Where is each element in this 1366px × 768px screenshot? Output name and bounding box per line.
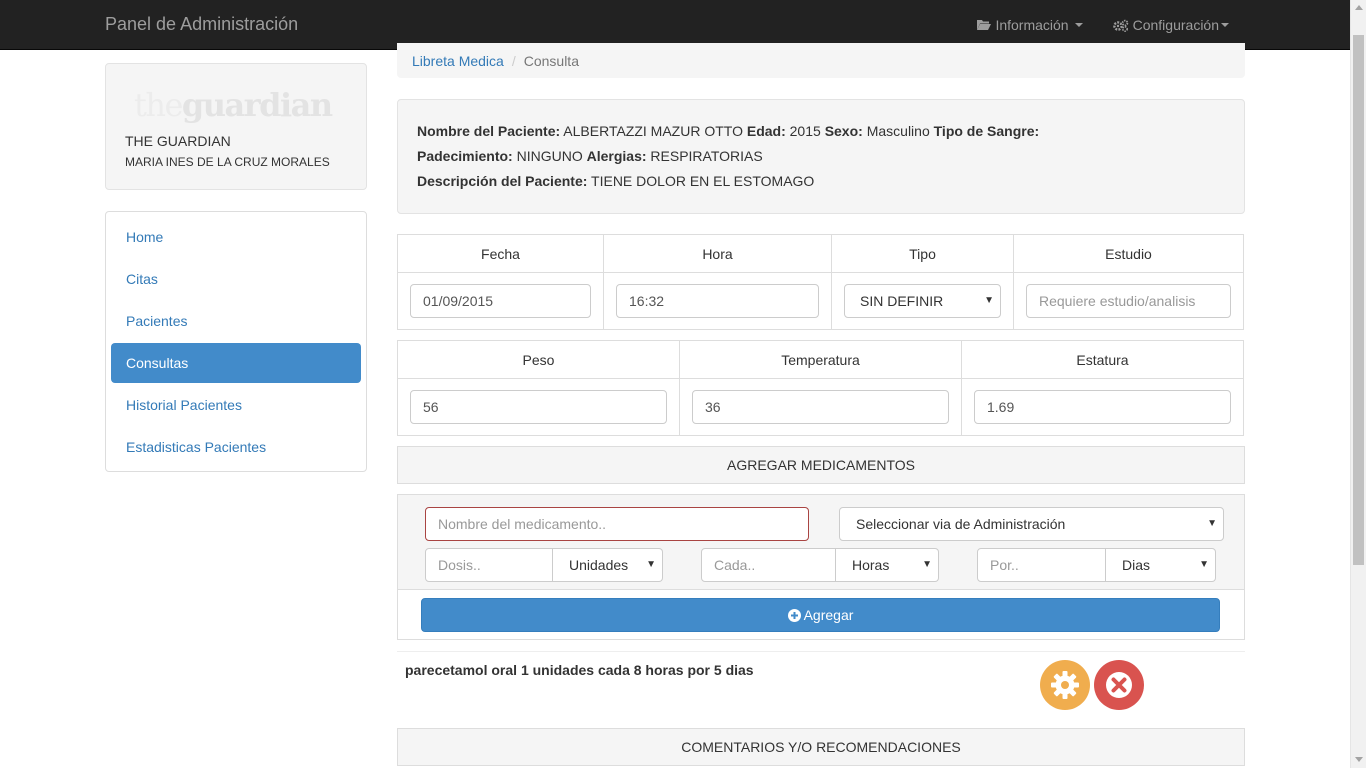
- column-header-estatura: Estatura: [961, 340, 1244, 379]
- patient-desc-label: Descripción del Paciente:: [417, 173, 588, 189]
- vitals-input-row: 56 36 1.69: [397, 378, 1244, 436]
- close-circle-icon: [1106, 672, 1132, 698]
- scrollbar-thumb[interactable]: [1353, 35, 1364, 565]
- every-input[interactable]: Cada..: [701, 548, 836, 582]
- column-header-estudio: Estudio: [1013, 234, 1244, 273]
- temperatura-input[interactable]: 36: [692, 390, 949, 424]
- delete-medication-button[interactable]: [1094, 660, 1144, 710]
- estudio-input[interactable]: Requiere estudio/analisis: [1026, 284, 1231, 318]
- column-header-hora: Hora: [603, 234, 832, 273]
- estatura-input[interactable]: 1.69: [974, 390, 1231, 424]
- gear-icon: [1051, 671, 1079, 699]
- sidebar-item-citas[interactable]: Citas: [111, 259, 361, 299]
- patient-desc: TIENE DOLOR EN EL ESTOMAGO: [591, 173, 815, 189]
- temperatura-cell: 36: [679, 378, 962, 436]
- patient-sex: Masculino: [866, 123, 930, 139]
- patient-condition: NINGUNO: [516, 148, 583, 164]
- brand-title[interactable]: Panel de Administración: [105, 14, 298, 35]
- patient-name-label: Nombre del Paciente:: [417, 123, 561, 139]
- breadcrumb-current: Consulta: [523, 53, 579, 69]
- add-medication-button[interactable]: Agregar: [421, 598, 1220, 632]
- patient-allergy-label: Alergias:: [586, 148, 647, 164]
- scroll-up-icon[interactable]: [1355, 5, 1363, 10]
- sidebar-item-historial[interactable]: Historial Pacientes: [111, 385, 361, 425]
- chevron-down-icon: [1074, 23, 1083, 27]
- sidebar-item-pacientes[interactable]: Pacientes: [111, 301, 361, 341]
- patient-age-label: Edad:: [746, 123, 786, 139]
- sidebar-item-home[interactable]: Home: [111, 217, 361, 257]
- folder-open-icon: [977, 20, 992, 30]
- patient-line-3: Descripción del Paciente: TIENE DOLOR EN…: [417, 169, 1225, 194]
- sidebar-nav: Home Citas Pacientes Consultas Historial…: [105, 211, 367, 472]
- duration-input[interactable]: Por..: [977, 548, 1106, 582]
- patient-blood-label: Tipo de Sangre:: [933, 123, 1040, 139]
- patient-sex-label: Sexo:: [824, 123, 863, 139]
- consult-table: Fecha Hora Tipo Estudio 01/09/2015 16:32…: [397, 234, 1244, 330]
- medication-name-input[interactable]: Nombre del medicamento..: [425, 507, 809, 541]
- column-header-tipo: Tipo: [831, 234, 1014, 273]
- dose-unit-select[interactable]: Unidades: [553, 548, 663, 582]
- hora-input[interactable]: 16:32: [616, 284, 819, 318]
- user-name: MARIA INES DE LA CRUZ MORALES: [125, 155, 330, 169]
- medication-entry: parecetamol oral 1 unidades cada 8 horas…: [405, 662, 754, 678]
- patient-line-2: Padecimiento: NINGUNO Alergias: RESPIRAT…: [417, 144, 1225, 169]
- peso-input[interactable]: 56: [410, 390, 667, 424]
- route-select[interactable]: Seleccionar via de Administración: [839, 507, 1224, 541]
- info-dropdown-label: Información: [995, 17, 1069, 33]
- dose-group: Dosis.. Unidades: [425, 548, 663, 582]
- patient-condition-label: Padecimiento:: [417, 148, 513, 164]
- column-header-fecha: Fecha: [397, 234, 604, 273]
- config-dropdown-label: Configuración: [1132, 17, 1219, 33]
- column-header-peso: Peso: [397, 340, 680, 379]
- scroll-down-icon[interactable]: [1355, 757, 1363, 762]
- organization-name: THE GUARDIAN: [125, 133, 231, 149]
- edit-medication-button[interactable]: [1040, 660, 1090, 710]
- consult-header-row: Fecha Hora Tipo Estudio: [397, 234, 1244, 273]
- page-scrollbar[interactable]: [1350, 0, 1366, 768]
- patient-line-1: Nombre del Paciente: ALBERTAZZI MAZUR OT…: [417, 119, 1225, 144]
- tipo-select[interactable]: SIN DEFINIR: [844, 284, 1001, 318]
- every-unit-select[interactable]: Horas: [836, 548, 939, 582]
- patient-allergy: RESPIRATORIAS: [650, 148, 763, 164]
- breadcrumb: Libreta Medica / Consulta: [397, 43, 1245, 78]
- plus-circle-icon: [787, 608, 801, 622]
- fecha-cell: 01/09/2015: [397, 272, 604, 330]
- dose-input[interactable]: Dosis..: [425, 548, 553, 582]
- hora-cell: 16:32: [603, 272, 832, 330]
- every-group: Cada.. Horas: [701, 548, 939, 582]
- profile-card: theguardian THE GUARDIAN MARIA INES DE L…: [105, 63, 367, 190]
- patient-name: ALBERTAZZI MAZUR OTTO: [563, 123, 743, 139]
- comments-section-header: COMENTARIOS Y/O RECOMENDACIONES: [397, 728, 1245, 766]
- peso-cell: 56: [397, 378, 680, 436]
- vitals-header-row: Peso Temperatura Estatura: [397, 340, 1244, 379]
- add-medication-label: Agregar: [803, 607, 854, 623]
- guardian-logo: theguardian: [134, 86, 333, 124]
- tipo-cell: SIN DEFINIR: [831, 272, 1014, 330]
- estatura-cell: 1.69: [961, 378, 1244, 436]
- duration-unit-select[interactable]: Dias: [1106, 548, 1216, 582]
- column-header-temperatura: Temperatura: [679, 340, 962, 379]
- sidebar-item-estadisticas[interactable]: Estadisticas Pacientes: [111, 427, 361, 467]
- consult-input-row: 01/09/2015 16:32 SIN DEFINIR Requiere es…: [397, 272, 1244, 330]
- patient-age: 2015: [789, 123, 821, 139]
- medication-list-divider: [397, 651, 1245, 652]
- gears-icon: [1112, 19, 1128, 32]
- patient-info-panel: Nombre del Paciente: ALBERTAZZI MAZUR OT…: [397, 99, 1245, 214]
- breadcrumb-separator: /: [511, 53, 516, 69]
- breadcrumb-link-libreta[interactable]: Libreta Medica: [412, 53, 504, 69]
- sidebar-item-consultas[interactable]: Consultas: [111, 343, 361, 383]
- fecha-input[interactable]: 01/09/2015: [410, 284, 591, 318]
- chevron-down-icon: [1221, 23, 1229, 27]
- medications-section-header: AGREGAR MEDICAMENTOS: [397, 446, 1245, 484]
- estudio-cell: Requiere estudio/analisis: [1013, 272, 1244, 330]
- vitals-table: Peso Temperatura Estatura 56 36 1.69: [397, 340, 1244, 436]
- duration-group: Por.. Dias: [977, 548, 1216, 582]
